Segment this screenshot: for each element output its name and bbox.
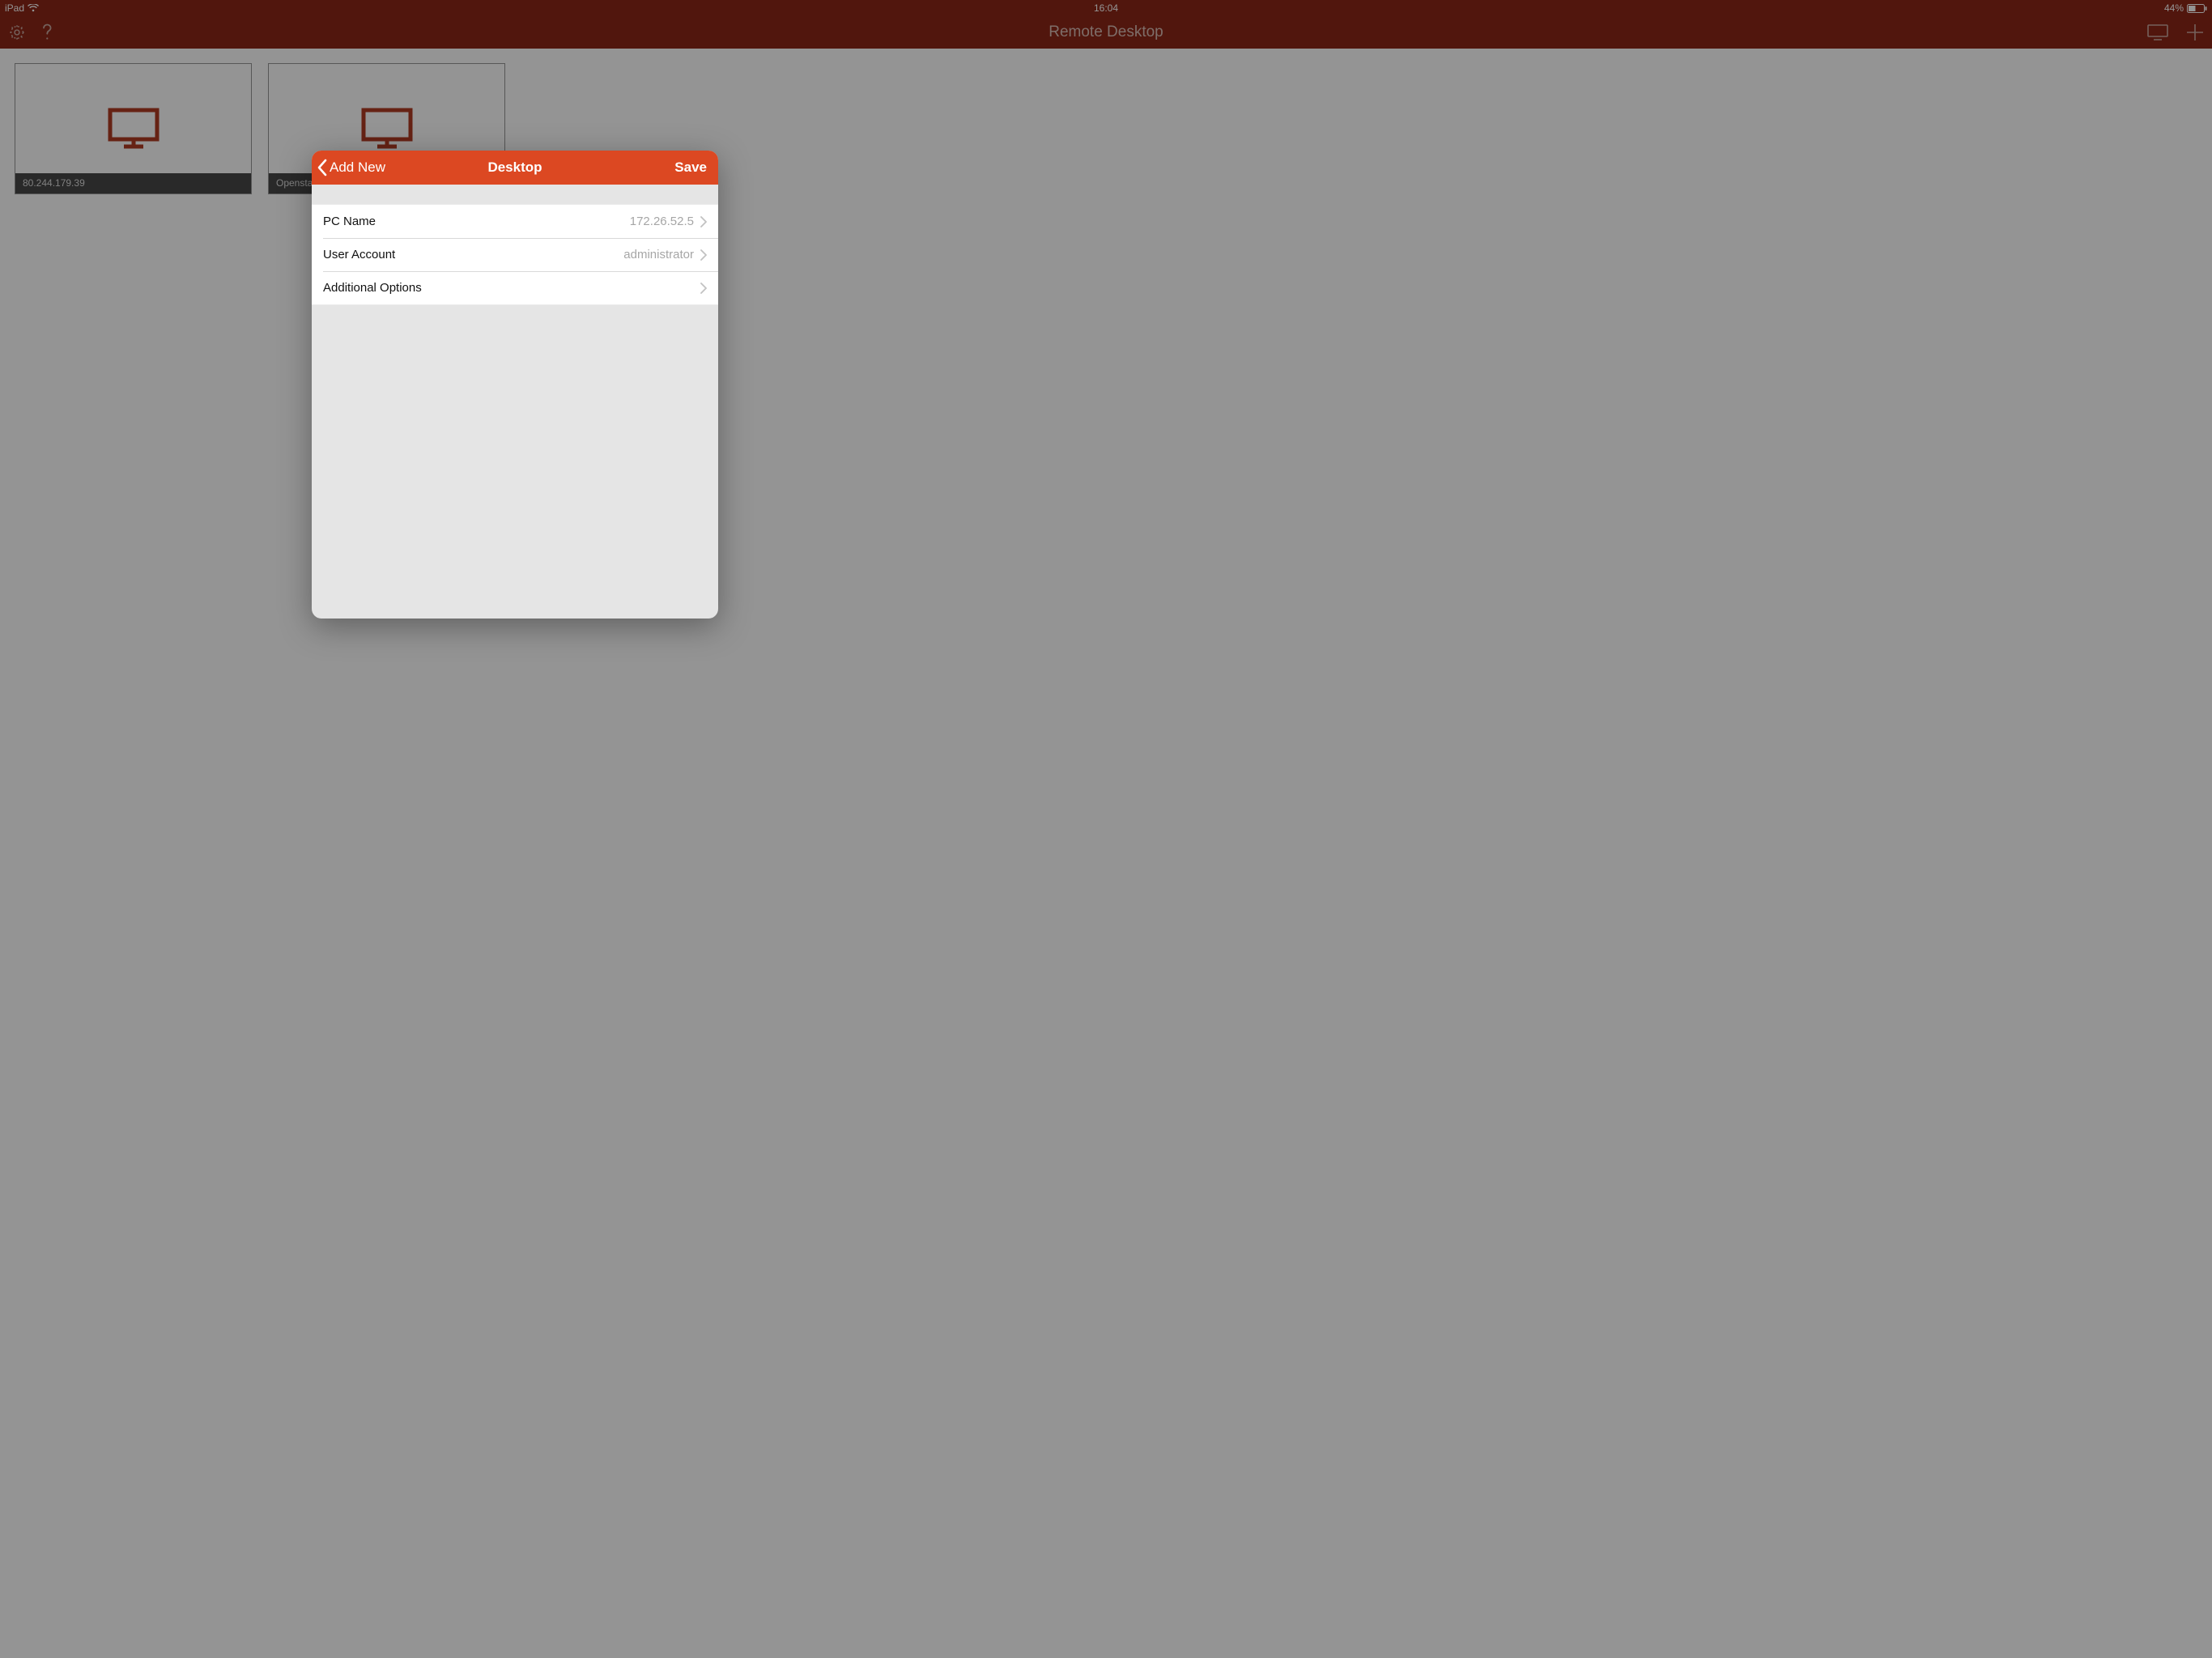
row-label: Additional Options	[323, 281, 422, 295]
pc-name-row[interactable]: PC Name 172.26.52.5	[312, 205, 718, 238]
save-button[interactable]: Save	[674, 159, 707, 176]
row-value: 172.26.52.5	[630, 215, 700, 228]
chevron-right-icon	[700, 283, 707, 294]
modal-header: Add New Desktop Save	[312, 151, 718, 185]
chevron-right-icon	[700, 216, 707, 227]
settings-list: PC Name 172.26.52.5 User Account adminis…	[312, 204, 718, 305]
back-label: Add New	[330, 159, 385, 176]
back-button[interactable]: Add New	[317, 159, 385, 176]
row-label: PC Name	[323, 215, 376, 228]
user-account-row[interactable]: User Account administrator	[312, 238, 718, 271]
modal-body: PC Name 172.26.52.5 User Account adminis…	[312, 185, 718, 305]
chevron-right-icon	[700, 249, 707, 261]
desktop-settings-modal: Add New Desktop Save PC Name 172.26.52.5…	[312, 151, 718, 619]
row-label: User Account	[323, 248, 395, 261]
additional-options-row[interactable]: Additional Options	[312, 271, 718, 304]
chevron-left-icon	[317, 159, 328, 176]
row-value: administrator	[623, 248, 700, 261]
